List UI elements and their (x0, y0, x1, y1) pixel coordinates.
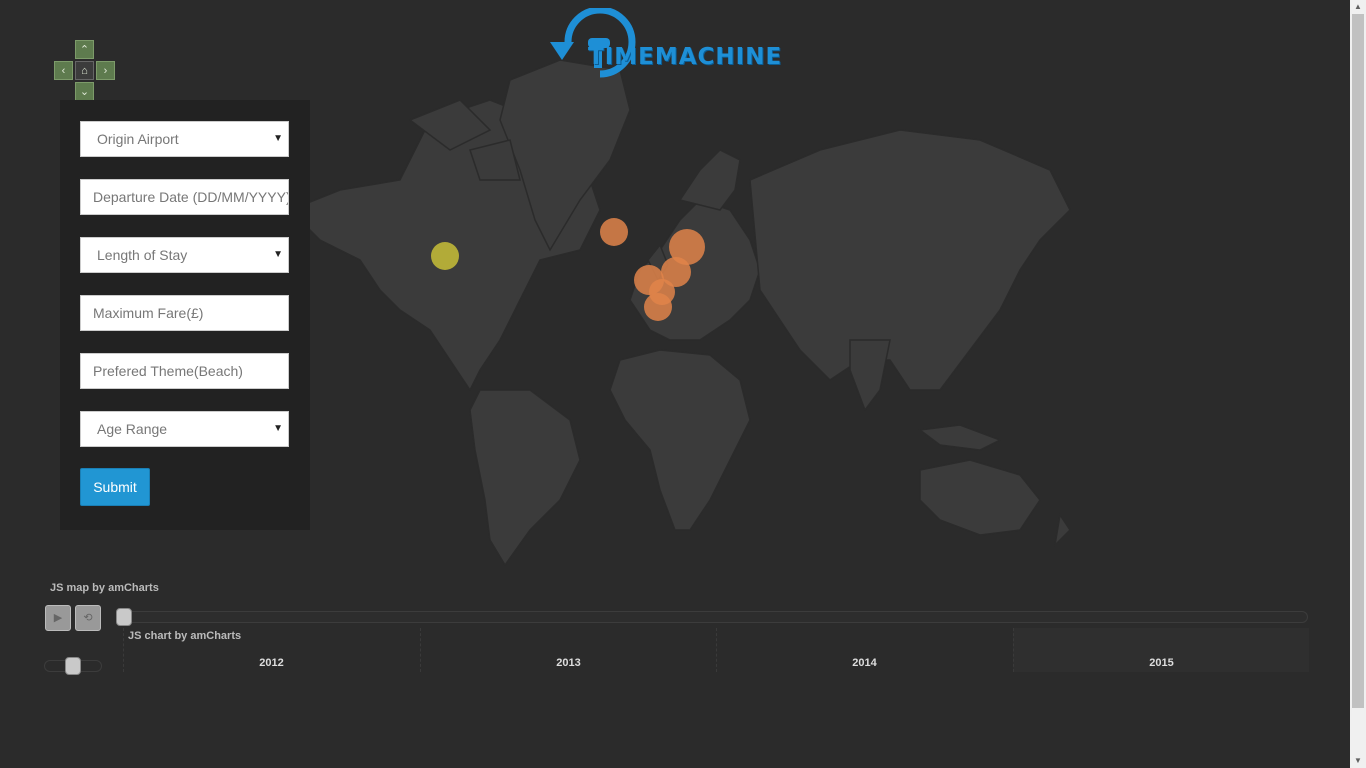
bubble-north-atlantic[interactable] (600, 218, 628, 246)
timeline-slider-track[interactable] (118, 611, 1308, 623)
age-range-select[interactable]: Age Range ▼ (80, 411, 289, 447)
pan-down-icon[interactable]: ⌄ (75, 82, 94, 101)
new-zealand-land (1053, 513, 1071, 548)
timeline-slider-handle[interactable] (116, 608, 132, 626)
home-icon[interactable]: ⌂ (75, 61, 94, 80)
departure-date-input[interactable]: Departure Date (DD/MM/YYYY) (80, 179, 289, 215)
play-button[interactable]: ▶ (45, 605, 71, 631)
loop-button[interactable]: ⟲ (75, 605, 101, 631)
caret-down-icon: ▼ (273, 423, 283, 434)
australia-land (919, 459, 1041, 536)
caret-down-icon: ▼ (273, 133, 283, 144)
length-of-stay-label: Length of Stay (97, 247, 188, 263)
year-label-2013[interactable]: 2013 (420, 628, 716, 672)
length-of-stay-select[interactable]: Length of Stay ▼ (80, 237, 289, 273)
south-america-land (469, 389, 581, 567)
caret-down-icon: ▼ (273, 249, 283, 260)
bubble-iberia[interactable] (644, 293, 672, 321)
scroll-up-arrow-icon[interactable]: ▲ (1350, 0, 1366, 14)
pan-up-icon[interactable]: ⌃ (75, 40, 94, 59)
pan-left-icon[interactable]: ‹ (54, 61, 73, 80)
bubble-north-america[interactable] (431, 242, 459, 270)
year-label-2012[interactable]: 2012 (123, 628, 419, 672)
scrollbar-thumb[interactable] (1352, 14, 1364, 708)
year-label-2015-selected[interactable]: 2015 (1013, 628, 1309, 672)
map-navigation-pad: ⌃ ‹ ⌂ › ⌄ (54, 40, 116, 102)
speed-slider-handle[interactable] (65, 657, 81, 675)
africa-land (609, 349, 751, 531)
timeline-years: 2012 2013 2014 2015 (123, 628, 1309, 672)
origin-airport-select[interactable]: Origin Airport ▼ (80, 121, 289, 157)
pan-right-icon[interactable]: › (96, 61, 115, 80)
submit-button[interactable]: Submit (80, 468, 150, 506)
map-credit-link[interactable]: JS map by amCharts (50, 582, 159, 594)
scroll-down-arrow-icon[interactable]: ▼ (1350, 754, 1366, 768)
india-land (849, 339, 891, 412)
world-map[interactable] (280, 60, 1100, 580)
origin-airport-label: Origin Airport (97, 131, 179, 147)
maximum-fare-input[interactable]: Maximum Fare(£) (80, 295, 289, 331)
age-range-label: Age Range (97, 421, 168, 437)
page-scrollbar[interactable]: ▲ ▼ (1350, 0, 1366, 768)
year-label-2014[interactable]: 2014 (716, 628, 1012, 672)
indonesia-land (918, 424, 1002, 451)
logo-text: TIMEMACHINE (588, 44, 783, 70)
asia-land (749, 129, 1071, 391)
scandinavia-land (678, 149, 741, 211)
preferred-theme-input[interactable]: Prefered Theme(Beach) (80, 353, 289, 389)
